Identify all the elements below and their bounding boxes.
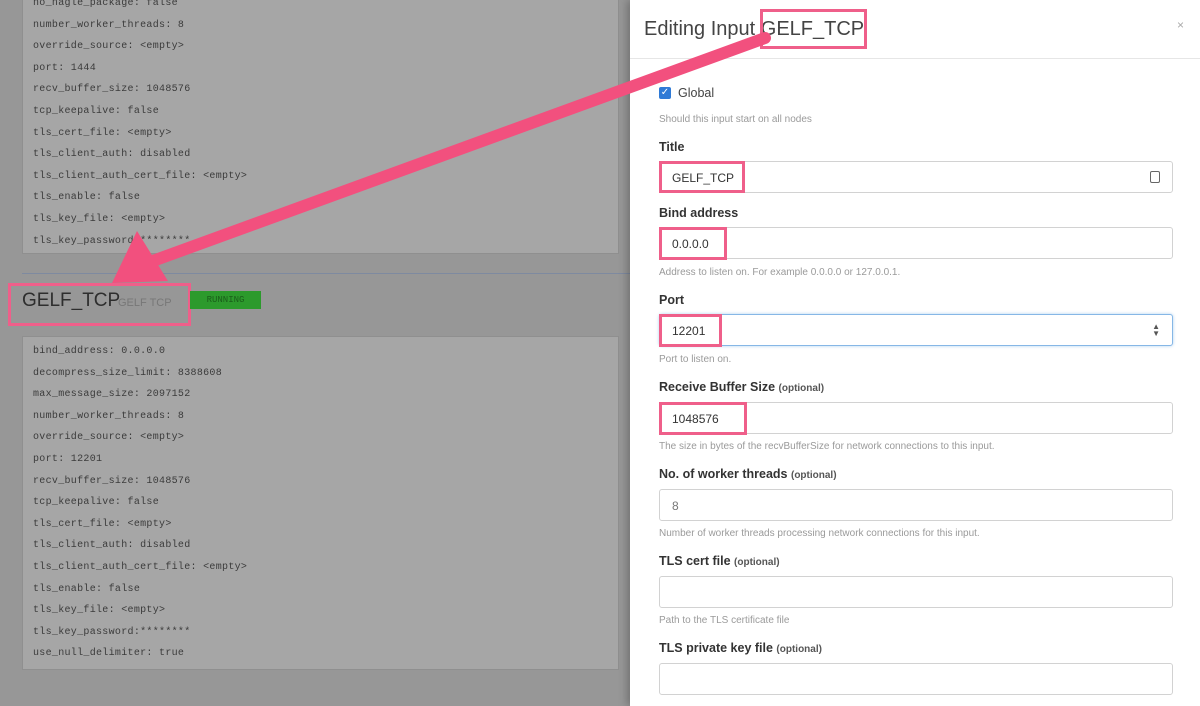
config-line: port: 1444: [33, 62, 97, 74]
tls-cert-input[interactable]: [659, 576, 1173, 608]
bind-address-help: Address to listen on. For example 0.0.0.…: [659, 267, 901, 278]
config-line: tcp_keepalive: false: [33, 105, 160, 117]
config-line: tls_key_file: <empty>: [33, 605, 166, 617]
config-line: tls_client_auth_cert_file: <empty>: [33, 561, 248, 573]
status-badge: RUNNING: [190, 291, 261, 309]
password-manager-icon: [1150, 171, 1160, 183]
modal-header: Editing Input GELF_TCP ×: [630, 0, 1200, 59]
worker-threads-value: 8: [672, 499, 679, 513]
tls-cert-help: Path to the TLS certificate file: [659, 615, 790, 626]
config-line: use_null_delimiter: true: [33, 648, 185, 660]
title-highlight: [659, 161, 745, 193]
config-line: tls_key_password:********: [33, 626, 191, 638]
bind-address-label: Bind address: [659, 206, 739, 220]
tls-key-input[interactable]: [659, 663, 1173, 695]
config-line: number_worker_threads: 8: [33, 19, 185, 31]
title-label: Title: [659, 140, 685, 154]
recv-buffer-label-text: Receive Buffer Size: [659, 380, 776, 394]
tls-cert-label-text: TLS cert file: [659, 554, 731, 568]
optional-tag: (optional): [734, 557, 780, 568]
port-label: Port: [659, 293, 684, 307]
worker-threads-help: Number of worker threads processing netw…: [659, 528, 980, 539]
edit-input-modal: Editing Input GELF_TCP × ✓ Global Should…: [630, 0, 1200, 706]
global-checkbox[interactable]: ✓: [659, 87, 671, 99]
config-line: tls_enable: false: [33, 583, 141, 595]
config-block-top: no_nagle_package: false number_worker_th…: [22, 0, 619, 254]
config-line: tls_client_auth: disabled: [33, 149, 191, 161]
config-line: tls_key_file: <empty>: [33, 213, 166, 225]
config-line: number_worker_threads: 8: [33, 410, 185, 422]
worker-threads-label-text: No. of worker threads: [659, 467, 788, 481]
port-help: Port to listen on.: [659, 354, 732, 365]
tls-cert-label: TLS cert file (optional): [659, 554, 780, 568]
config-line: override_source: <empty>: [33, 432, 185, 444]
recv-buffer-highlight: [659, 402, 747, 435]
input-name-highlight: [8, 283, 191, 326]
bind-address-highlight: [659, 227, 727, 260]
config-line: recv_buffer_size: 1048576: [33, 84, 191, 96]
optional-tag: (optional): [778, 383, 825, 394]
close-icon[interactable]: ×: [1177, 18, 1184, 32]
config-line: tls_cert_file: <empty>: [33, 127, 172, 139]
config-line: decompress_size_limit: 8388608: [33, 367, 223, 379]
config-line: tls_client_auth_cert_file: <empty>: [33, 170, 248, 182]
config-line: bind_address: 0.0.0.0: [33, 346, 166, 357]
modal-title-highlight: [760, 9, 867, 49]
config-line: tls_key_password:********: [33, 235, 191, 247]
stepper-icon[interactable]: ▲ ▼: [1152, 323, 1160, 338]
recv-buffer-label: Receive Buffer Size (optional): [659, 380, 824, 394]
config-line: port: 12201: [33, 453, 103, 465]
optional-tag: (optional): [790, 470, 837, 481]
bind-address-input[interactable]: 0.0.0.0: [659, 227, 1173, 259]
recv-buffer-help: The size in bytes of the recvBufferSize …: [659, 441, 995, 452]
tls-key-label-text: TLS private key file: [659, 641, 773, 655]
global-label: Global: [678, 86, 715, 100]
optional-tag: (optional): [776, 644, 822, 655]
worker-threads-input[interactable]: 8: [659, 489, 1173, 521]
config-line: tls_enable: false: [33, 192, 141, 204]
global-help: Should this input start on all nodes: [659, 114, 812, 125]
config-line: max_message_size: 2097152: [33, 389, 191, 401]
config-line: tls_client_auth: disabled: [33, 540, 191, 552]
check-icon: ✓: [660, 87, 670, 98]
tls-key-label: TLS private key file (optional): [659, 641, 822, 655]
port-highlight: [659, 314, 722, 347]
config-block-bottom: bind_address: 0.0.0.0 decompress_size_li…: [22, 336, 619, 670]
config-line: tcp_keepalive: false: [33, 497, 160, 509]
worker-threads-label: No. of worker threads (optional): [659, 467, 837, 481]
config-line: tls_cert_file: <empty>: [33, 518, 172, 530]
config-line: no_nagle_package: false: [33, 0, 178, 9]
port-input[interactable]: 12201 ▲ ▼: [659, 314, 1173, 346]
modal-title-prefix: Editing Input: [644, 18, 756, 40]
config-line: recv_buffer_size: 1048576: [33, 475, 191, 487]
section-divider: [22, 273, 630, 274]
config-line: override_source: <empty>: [33, 41, 185, 53]
